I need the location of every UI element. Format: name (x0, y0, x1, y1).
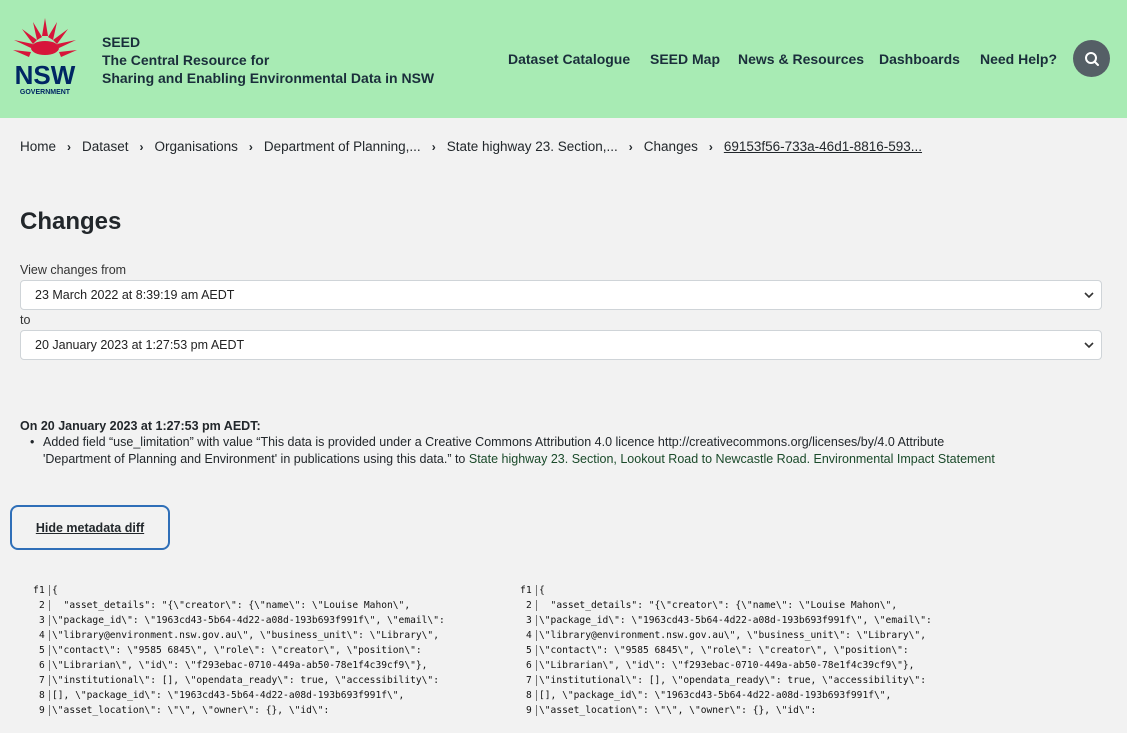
line-number: 4 (39, 630, 45, 641)
breadcrumb: Home › Dataset › Organisations › Departm… (20, 139, 922, 154)
line-number: 5 (526, 645, 532, 656)
line-number: 9 (39, 705, 45, 716)
from-label: View changes from (20, 263, 127, 277)
from-select-value: 23 March 2022 at 8:39:19 am AEDT (35, 288, 235, 302)
page-title: Changes (20, 208, 122, 235)
hide-metadata-diff-button[interactable]: Hide metadata diff (10, 505, 170, 550)
search-button[interactable] (1073, 40, 1110, 77)
line-number: 3 (526, 615, 532, 626)
diff-line: \"contact\": \"9585 6845\", \"role\": \"… (49, 645, 422, 656)
brand-name: SEED (102, 34, 141, 50)
diff-line: "asset_details": "{\"creator\": {\"name\… (49, 600, 410, 611)
nav-news-resources[interactable]: News & Resources (738, 51, 864, 67)
chevron-right-icon: › (67, 139, 72, 154)
nav-seed-map[interactable]: SEED Map (650, 51, 720, 67)
chevron-right-icon: › (139, 139, 144, 154)
brand-tagline-1: The Central Resource for (102, 52, 270, 68)
breadcrumb-organisations[interactable]: Organisations (155, 139, 238, 154)
breadcrumb-home[interactable]: Home (20, 139, 56, 154)
line-number: 2 (39, 600, 45, 611)
chevron-down-icon (1084, 342, 1094, 349)
diff-line: \"library@environment.nsw.gov.au\", \"bu… (536, 630, 926, 641)
logo-subtext: GOVERNMENT (20, 89, 71, 96)
diff-line: \"contact\": \"9585 6845\", \"role\": \"… (536, 645, 909, 656)
diff-line: \"institutional\": [], \"opendata_ready\… (536, 675, 926, 686)
brand-tagline-2: Sharing and Enabling Environmental Data … (102, 70, 435, 86)
diff-line: [], \"package_id\": \"1963cd43-5b64-4d22… (536, 690, 891, 701)
line-number: 8 (526, 690, 532, 701)
line-number: 5 (39, 645, 45, 656)
bullet: • (30, 435, 35, 449)
line-number: 1 (526, 585, 532, 596)
site-header: NSW GOVERNMENT SEED The Central Resource… (0, 0, 1127, 118)
dataset-link[interactable]: State highway 23. Section, Lookout Road … (469, 452, 995, 466)
diff-line: \"library@environment.nsw.gov.au\", \"bu… (49, 630, 439, 641)
logo-text: NSW (15, 60, 76, 90)
line-number: 4 (526, 630, 532, 641)
nav-need-help[interactable]: Need Help? (980, 51, 1057, 67)
nsw-government-logo[interactable]: NSW GOVERNMENT (9, 14, 81, 98)
search-icon (1084, 51, 1099, 66)
breadcrumb-current-activity[interactable]: 69153f56-733a-46d1-8816-593... (724, 139, 922, 154)
line-number: 3 (39, 615, 45, 626)
diff-line: { (536, 585, 545, 596)
site-brand[interactable]: SEED The Central Resource for Sharing an… (102, 33, 434, 87)
diff-line: "asset_details": "{\"creator\": {\"name\… (536, 600, 897, 611)
chevron-right-icon: › (708, 139, 713, 154)
change-text-line1: Added field “use_limitation” with value … (43, 435, 945, 449)
breadcrumb-dataset[interactable]: Dataset (82, 139, 129, 154)
line-number: 6 (526, 660, 532, 671)
diff-line: \"asset_location\": \"\", \"owner\": {},… (49, 705, 329, 716)
diff-pane-right: f 1 { 2 "asset_details": "{\"creator\": {… (520, 585, 1010, 733)
diff-line: [], \"package_id\": \"1963cd43-5b64-4d22… (49, 690, 404, 701)
chevron-right-icon: › (628, 139, 633, 154)
diff-line: \"Librarian\", \"id\": \"f293ebac-0710-4… (49, 660, 427, 671)
breadcrumb-dataset-name[interactable]: State highway 23. Section,... (447, 139, 618, 154)
diff-line: \"Librarian\", \"id\": \"f293ebac-0710-4… (536, 660, 914, 671)
diff-pane-left: f 1 { 2 "asset_details": "{\"creator\": {… (33, 585, 523, 733)
diff-line: \"package_id\": \"1963cd43-5b64-4d22-a08… (49, 615, 445, 626)
to-select[interactable]: 20 January 2023 at 1:27:53 pm AEDT (20, 330, 1102, 360)
diff-line: { (49, 585, 58, 596)
line-number: 7 (39, 675, 45, 686)
chevron-right-icon: › (431, 139, 436, 154)
to-select-value: 20 January 2023 at 1:27:53 pm AEDT (35, 338, 245, 352)
line-number: 1 (39, 585, 45, 596)
diff-marker: f (520, 585, 526, 596)
line-number: 9 (526, 705, 532, 716)
nav-dataset-catalogue[interactable]: Dataset Catalogue (508, 51, 630, 67)
chevron-right-icon: › (248, 139, 253, 154)
line-number: 8 (39, 690, 45, 701)
breadcrumb-changes[interactable]: Changes (644, 139, 698, 154)
breadcrumb-organisation[interactable]: Department of Planning,... (264, 139, 421, 154)
to-label: to (20, 313, 31, 327)
change-heading: On 20 January 2023 at 1:27:53 pm AEDT: (20, 419, 261, 433)
diff-line: \"package_id\": \"1963cd43-5b64-4d22-a08… (536, 615, 932, 626)
change-text-line2: 'Department of Planning and Environment'… (43, 452, 469, 466)
line-number: 6 (39, 660, 45, 671)
line-number: 2 (526, 600, 532, 611)
line-number: 7 (526, 675, 532, 686)
diff-line: \"institutional\": [], \"opendata_ready\… (49, 675, 439, 686)
chevron-down-icon (1084, 292, 1094, 299)
from-select[interactable]: 23 March 2022 at 8:39:19 am AEDT (20, 280, 1102, 310)
nav-dashboards[interactable]: Dashboards (879, 51, 960, 67)
diff-line: \"asset_location\": \"\", \"owner\": {},… (536, 705, 816, 716)
diff-marker: f (33, 585, 39, 596)
change-list-item: • Added field “use_limitation” with valu… (30, 434, 1120, 468)
